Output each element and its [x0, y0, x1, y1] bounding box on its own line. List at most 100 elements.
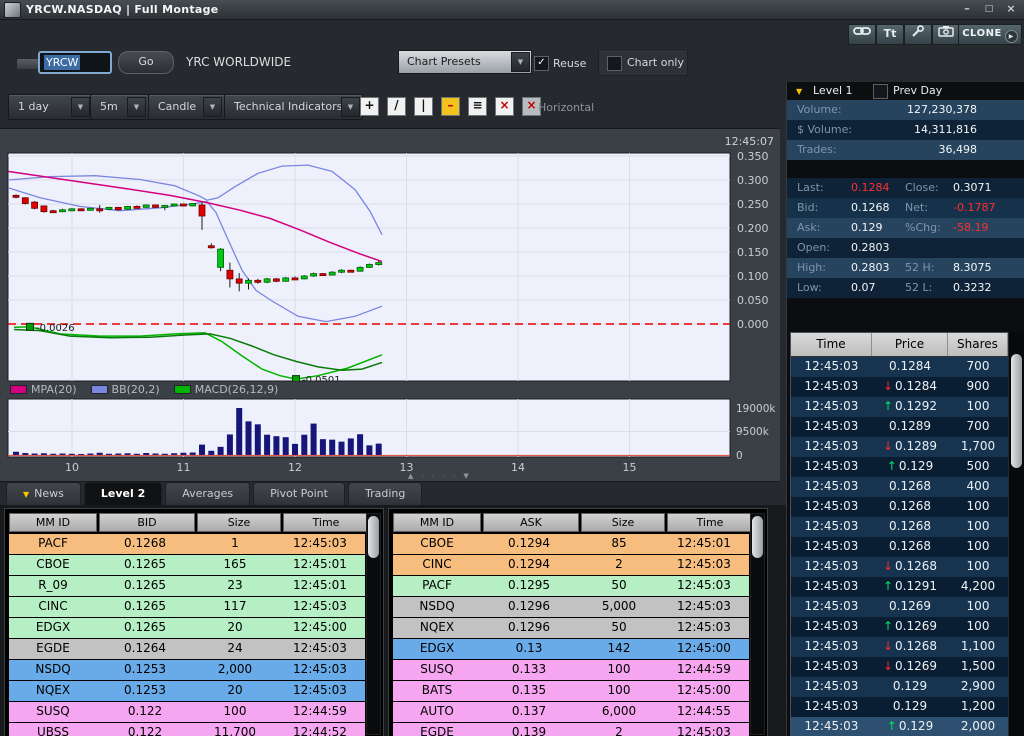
column-header-mm-id[interactable]: MM ID [9, 513, 97, 532]
size: 50 [577, 576, 661, 596]
reuse-checkbox[interactable]: ✓ [534, 56, 549, 71]
horizontal-line-tool-icon[interactable]: – [441, 97, 460, 116]
range-dropdown[interactable]: 1 day▼ [8, 94, 93, 120]
scrollbar-thumb[interactable] [1011, 354, 1022, 468]
chart-only-checkbox[interactable] [607, 56, 622, 71]
mm-id: EGDE [9, 639, 97, 659]
tab-level-2[interactable]: Level 2 [84, 482, 162, 505]
restore-button[interactable]: □ [980, 3, 998, 16]
tab-averages[interactable]: Averages [165, 482, 250, 505]
ask-row-egde[interactable]: EGDE0.139212:45:03 [393, 723, 749, 736]
price-volume-chart[interactable]: -0.0026-0.050112:45:070.3500.3000.2500.2… [0, 129, 780, 481]
volume-tick-label: 19000k [736, 403, 776, 415]
time-sales-row[interactable]: 12:45:030.1268100 [791, 517, 1010, 537]
volume-bar [78, 454, 84, 455]
lines-list-tool-icon[interactable]: ≡ [468, 97, 487, 116]
ask-row-susq[interactable]: SUSQ0.13310012:44:59 [393, 660, 749, 681]
font-icon[interactable]: Tt [876, 24, 904, 45]
bid-row-cinc[interactable]: CINC0.126511712:45:03 [9, 597, 365, 618]
time-sales-row[interactable]: 12:45:03↓0.12891,700 [791, 437, 1010, 457]
column-header-time[interactable]: Time [791, 333, 872, 356]
time-sales-row[interactable]: 12:45:030.1269100 [791, 597, 1010, 617]
time-sales-row[interactable]: 12:45:03↓0.12681,100 [791, 637, 1010, 657]
time-sales-row[interactable]: 12:45:030.1289700 [791, 417, 1010, 437]
chart-presets-dropdown[interactable]: Chart Presets ▼ [398, 50, 532, 74]
collapse-arrow-icon[interactable]: ▼ [796, 87, 802, 96]
bid-row-pacf[interactable]: PACF0.1268112:45:03 [9, 534, 365, 555]
ask-row-auto[interactable]: AUTO0.1376,00012:44:55 [393, 702, 749, 723]
ask-scrollbar[interactable] [750, 513, 765, 735]
time-sales-row[interactable]: 12:45:030.1284700 [791, 357, 1010, 377]
time: 12:45:01 [277, 555, 363, 575]
bid-row-egde[interactable]: EGDE0.12642412:45:03 [9, 639, 365, 660]
column-header-mm-id[interactable]: MM ID [393, 513, 481, 532]
tools-icon[interactable] [904, 24, 932, 45]
time-sales-row[interactable]: 12:45:03↑0.1292,000 [791, 717, 1010, 736]
tab-pivot-point[interactable]: Pivot Point [253, 482, 345, 505]
go-button[interactable]: Go [118, 51, 174, 74]
minimize-button[interactable]: – [958, 3, 976, 16]
ask-row-nqex[interactable]: NQEX0.12965012:45:03 [393, 618, 749, 639]
column-header-ask[interactable]: ASK [483, 513, 579, 532]
ask-table-header: MM IDASKSizeTime [393, 513, 753, 532]
time-sales-row[interactable]: 12:45:030.1268100 [791, 537, 1010, 557]
column-header-size[interactable]: Size [197, 513, 281, 532]
bid-row-r-09[interactable]: R_090.12652312:45:01 [9, 576, 365, 597]
time-sales-row[interactable]: 12:45:030.1268400 [791, 477, 1010, 497]
trade-price: 0.129 [872, 697, 948, 717]
volume-tick-label: 0 [736, 450, 743, 462]
time-sales-row[interactable]: 12:45:03↑0.12914,200 [791, 577, 1010, 597]
prev-day-checkbox[interactable] [873, 84, 888, 99]
ask-row-edgx[interactable]: EDGX0.1314212:45:00 [393, 639, 749, 660]
candle-up [357, 267, 363, 271]
technical-indicators-dropdown[interactable]: Technical Indicators▼ [224, 94, 363, 120]
tab-trading[interactable]: Trading [348, 482, 422, 505]
delete-drawing-tool-icon[interactable]: × [495, 97, 514, 116]
bid-scrollbar[interactable] [366, 513, 381, 735]
time: 12:45:00 [661, 639, 747, 659]
chart-style-dropdown[interactable]: Candle▼ [148, 94, 225, 120]
time-sales-row[interactable]: 12:45:03↑0.129500 [791, 457, 1010, 477]
ask-row-nsdq[interactable]: NSDQ0.12965,00012:45:03 [393, 597, 749, 618]
column-header-price[interactable]: Price [872, 333, 948, 356]
crosshair-tool-icon[interactable]: + [360, 97, 379, 116]
time-sales-row[interactable]: 12:45:030.1291,200 [791, 697, 1010, 717]
ask-row-cboe[interactable]: CBOE0.12948512:45:01 [393, 534, 749, 555]
splitter-nav-dots[interactable]: ▲ · · · · ▼ [408, 472, 472, 480]
vertical-line-tool-icon[interactable]: | [414, 97, 433, 116]
trendline-tool-icon[interactable]: / [387, 97, 406, 116]
time-sales-row[interactable]: 12:45:03↓0.1284900 [791, 377, 1010, 397]
column-header-size[interactable]: Size [581, 513, 665, 532]
ask-row-bats[interactable]: BATS0.13510012:45:00 [393, 681, 749, 702]
link-icon[interactable] [848, 24, 876, 45]
bid-row-susq[interactable]: SUSQ0.12210012:44:59 [9, 702, 365, 723]
time-sales-row[interactable]: 12:45:030.1268100 [791, 497, 1010, 517]
symbol-input[interactable]: YRCW [38, 51, 112, 74]
interval-dropdown[interactable]: 5m▼ [90, 94, 149, 120]
ask-row-cinc[interactable]: CINC0.1294212:45:03 [393, 555, 749, 576]
column-header-bid[interactable]: BID [99, 513, 195, 532]
bid-row-ubss[interactable]: UBSS0.12211,70012:44:52 [9, 723, 365, 736]
time-sales-row[interactable]: 12:45:03↑0.1269100 [791, 617, 1010, 637]
scrollbar-thumb[interactable] [752, 516, 763, 558]
column-header-time[interactable]: Time [667, 513, 753, 532]
tab-news[interactable]: ▼News [6, 482, 81, 505]
bid-row-cboe[interactable]: CBOE0.126516512:45:01 [9, 555, 365, 576]
time-sales-row[interactable]: 12:45:03↑0.1292100 [791, 397, 1010, 417]
clone-button[interactable]: CLONE▶ [958, 24, 1022, 45]
time-sales-row[interactable]: 12:45:030.1292,900 [791, 677, 1010, 697]
column-header-time[interactable]: Time [283, 513, 369, 532]
time-sales-scrollbar[interactable] [1008, 332, 1024, 736]
column-header-shares[interactable]: Shares [948, 333, 1008, 356]
time-sales-row[interactable]: 12:45:03↓0.1268100 [791, 557, 1010, 577]
close-button[interactable]: × [1002, 3, 1020, 16]
bid-row-nsdq[interactable]: NSDQ0.12532,00012:45:03 [9, 660, 365, 681]
snapshot-camera-icon[interactable] [932, 24, 960, 45]
trade-time: 12:45:03 [791, 577, 872, 597]
trade-shares: 900 [948, 377, 1008, 397]
ask-row-pacf[interactable]: PACF0.12955012:45:03 [393, 576, 749, 597]
time-sales-row[interactable]: 12:45:03↓0.12691,500 [791, 657, 1010, 677]
bid-row-nqex[interactable]: NQEX0.12532012:45:03 [9, 681, 365, 702]
scrollbar-thumb[interactable] [368, 516, 379, 558]
bid-row-edgx[interactable]: EDGX0.12652012:45:00 [9, 618, 365, 639]
